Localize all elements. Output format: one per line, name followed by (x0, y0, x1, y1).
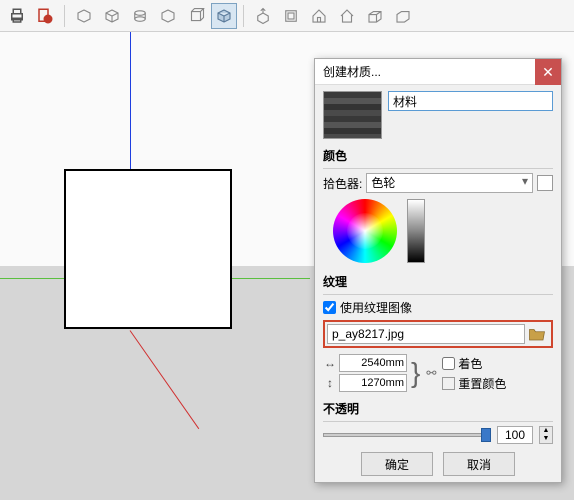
cancel-button[interactable]: 取消 (443, 452, 515, 476)
dialog-titlebar[interactable]: 创建材质... ✕ (315, 59, 561, 85)
opacity-input[interactable] (497, 426, 533, 444)
picker-select[interactable]: 色轮▾ (366, 173, 533, 193)
use-texture-checkbox[interactable] (323, 301, 336, 314)
tool-shape-5[interactable] (183, 3, 209, 29)
tool-house[interactable] (306, 3, 332, 29)
value-slider[interactable] (407, 199, 425, 263)
undo-color-icon[interactable] (537, 175, 553, 191)
texture-file-input[interactable] (327, 324, 525, 344)
color-section-label: 颜色 (323, 147, 553, 164)
reset-color-label: 重置颜色 (458, 375, 506, 392)
tool-shape-active[interactable] (211, 3, 237, 29)
height-input[interactable] (339, 374, 407, 392)
texture-section-label: 纹理 (323, 273, 553, 290)
height-icon: ↕ (323, 376, 337, 390)
texture-file-row (323, 320, 553, 348)
use-texture-label: 使用纹理图像 (340, 299, 412, 316)
tool-box-1[interactable] (362, 3, 388, 29)
dialog-title-text: 创建材质... (323, 63, 381, 80)
brace-icon: } (411, 359, 420, 387)
material-name-input[interactable] (388, 91, 553, 111)
axis-blue (130, 32, 131, 175)
color-wheel[interactable] (333, 199, 397, 263)
axis-red (130, 330, 200, 429)
width-icon: ↔ (323, 356, 337, 370)
close-button[interactable]: ✕ (535, 59, 561, 85)
tool-box-2[interactable] (390, 3, 416, 29)
ok-button[interactable]: 确定 (361, 452, 433, 476)
tool-shape-2[interactable] (99, 3, 125, 29)
opacity-slider[interactable] (323, 428, 491, 442)
picker-label: 拾色器: (323, 175, 362, 192)
material-preview (323, 91, 382, 139)
tool-shape-3[interactable] (127, 3, 153, 29)
tool-house-open[interactable] (334, 3, 360, 29)
picker-value: 色轮 (371, 176, 395, 190)
divider-3 (323, 421, 553, 422)
toolbar-divider-2 (243, 5, 244, 27)
tool-shape-1[interactable] (71, 3, 97, 29)
tool-extrude[interactable] (250, 3, 276, 29)
tool-model-info[interactable] (32, 3, 58, 29)
colorize-label: 着色 (458, 355, 482, 372)
browse-button[interactable] (525, 324, 549, 344)
folder-icon (528, 326, 546, 342)
divider (323, 168, 553, 169)
main-toolbar (0, 0, 574, 32)
tool-shape-4[interactable] (155, 3, 181, 29)
toolbar-divider (64, 5, 65, 27)
colorize-checkbox[interactable] (442, 357, 455, 370)
divider-2 (323, 294, 553, 295)
tool-print[interactable] (4, 3, 30, 29)
rectangle-face[interactable] (64, 169, 232, 329)
opacity-section-label: 不透明 (323, 400, 553, 417)
create-material-dialog: 创建材质... ✕ 颜色 拾色器: 色轮▾ 纹理 使用纹理图像 (314, 58, 562, 483)
reset-color-swatch[interactable] (442, 377, 455, 390)
opacity-spinner[interactable]: ▲▼ (539, 426, 553, 444)
link-aspect-icon[interactable]: ⚯ (424, 359, 438, 387)
tool-component[interactable] (278, 3, 304, 29)
width-input[interactable] (339, 354, 407, 372)
